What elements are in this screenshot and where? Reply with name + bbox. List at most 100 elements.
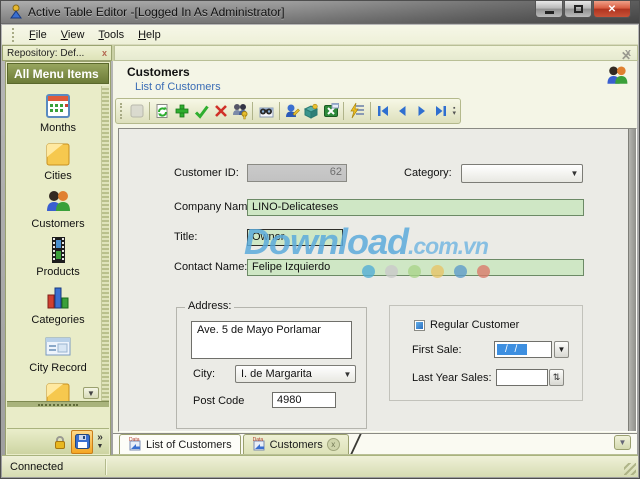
customer-form-panel: Customer ID: 62 Category: ▼ Company Name… <box>118 128 637 432</box>
last-year-sales-field[interactable] <box>496 369 548 386</box>
address-textarea[interactable]: Ave. 5 de Mayo Porlamar <box>191 321 352 359</box>
edit-user-button[interactable] <box>283 101 302 122</box>
sidebar-item-categories[interactable]: Categories <box>7 278 109 326</box>
regular-customer-checkbox[interactable] <box>414 320 425 331</box>
title-bar: Active Table Editor -[Logged In As Admin… <box>1 1 639 24</box>
nav-next-icon <box>414 103 430 119</box>
accept-record-button[interactable] <box>192 101 211 122</box>
window-title: Active Table Editor -[Logged In As Admin… <box>28 5 285 19</box>
sidebar-item-products[interactable]: Products <box>7 230 109 278</box>
tab-list-of-customers[interactable]: Data List of Customers <box>119 434 241 454</box>
add-record-button[interactable] <box>172 101 191 122</box>
contact-name-field[interactable]: Felipe Izquierdo <box>247 259 584 276</box>
tab-close-icon[interactable]: x <box>327 438 340 451</box>
sidebar-item-label: Products <box>36 266 79 278</box>
address-legend: Address: <box>185 300 234 312</box>
menu-file[interactable]: File <box>22 27 54 43</box>
first-sale-dropdown-button[interactable]: ▼ <box>554 341 569 358</box>
delete-record-icon <box>213 103 229 119</box>
address-groupbox: Address: Ave. 5 de Mayo Porlamar City: I… <box>176 307 367 429</box>
delete-record-button[interactable] <box>211 101 230 122</box>
chevrons-button[interactable]: » <box>97 433 103 442</box>
copy-records-button[interactable] <box>230 101 249 122</box>
last-year-sales-spinner[interactable]: ⇅ <box>549 369 564 386</box>
sidebar-scroll-down-button[interactable]: ▼ <box>83 387 99 399</box>
company-name-field[interactable]: LINO-Delicateses <box>247 199 584 216</box>
repository-tab[interactable]: Repository: Def... x <box>2 45 112 61</box>
menu-view[interactable]: View <box>54 27 92 43</box>
nav-last-button[interactable] <box>431 101 450 122</box>
app-icon <box>8 4 24 20</box>
sidebar-menu-list: Months Cities Customers <box>7 86 109 401</box>
tab-edge-decoration <box>350 434 369 454</box>
content-header: ✕ Customers List of Customers <box>113 61 637 97</box>
status-text: Connected <box>2 461 63 473</box>
sidebar-bottom-toolbar: » ▼ <box>7 428 109 454</box>
minimize-button[interactable] <box>535 1 563 18</box>
quick-list-icon <box>348 102 366 120</box>
sidebar-item-cities[interactable]: Cities <box>7 134 109 182</box>
last-year-sales-label: Last Year Sales: <box>412 372 492 384</box>
export-excel-icon <box>322 102 340 120</box>
nav-next-button[interactable] <box>412 101 431 122</box>
company-name-label: Company Name: <box>174 201 257 213</box>
record-toolbar: ▪▾ <box>115 98 635 126</box>
tabbar-chevron-button[interactable]: ▼ <box>614 435 631 450</box>
resize-grip[interactable] <box>624 463 636 475</box>
nav-prev-button[interactable] <box>393 101 412 122</box>
city-dropdown[interactable]: I. de Margarita ▼ <box>235 365 356 383</box>
app-window: Active Table Editor -[Logged In As Admin… <box>0 0 640 479</box>
sidebar-options-caret[interactable]: ▼ <box>97 442 104 451</box>
close-button[interactable]: ✕ <box>593 1 631 18</box>
menu-grip <box>12 28 15 42</box>
first-sale-field[interactable]: / / <box>494 341 552 358</box>
calendar-icon <box>43 91 73 121</box>
watermark-suffix: .com.vn <box>408 233 488 259</box>
sidebar-item-customers[interactable]: Customers <box>7 182 109 230</box>
regular-customer-label: Regular Customer <box>430 319 519 331</box>
sidebar-item-label: Months <box>40 122 76 134</box>
film-icon <box>43 235 73 265</box>
refresh-record-button[interactable] <box>153 101 172 122</box>
export-excel-button[interactable] <box>321 101 340 122</box>
people-icon <box>43 187 73 217</box>
post-code-field[interactable]: 4980 <box>272 392 336 408</box>
sidebar-scrollbar[interactable] <box>101 86 109 401</box>
toolbar-grip <box>120 103 123 119</box>
save-button[interactable] <box>71 430 93 454</box>
add-record-icon <box>174 103 190 119</box>
menu-help[interactable]: Help <box>131 27 168 43</box>
category-dropdown[interactable]: ▼ <box>461 164 583 183</box>
repository-close-icon[interactable]: x <box>102 48 107 58</box>
chevron-down-icon: ▼ <box>340 370 355 379</box>
find-icon <box>257 102 275 120</box>
title-field[interactable]: Owner <box>247 229 343 246</box>
tab-label: Customers <box>270 439 323 451</box>
content-close-icon[interactable]: ✕ <box>621 49 631 63</box>
first-sale-label: First Sale: <box>412 344 462 356</box>
menu-tools[interactable]: Tools <box>91 27 131 43</box>
sidebar-item-months[interactable]: Months <box>7 86 109 134</box>
form-scrollbar[interactable] <box>628 129 636 431</box>
edit-user-icon <box>283 102 301 120</box>
form-icon <box>43 331 73 361</box>
document-strip: x <box>114 45 638 61</box>
accept-record-icon <box>193 103 210 120</box>
breadcrumb-link[interactable]: List of Customers <box>135 81 221 93</box>
package-button[interactable] <box>302 101 321 122</box>
maximize-button[interactable] <box>564 1 592 18</box>
quick-list-button[interactable] <box>347 101 366 122</box>
sidebar-splitter[interactable] <box>7 401 109 407</box>
toolbar-overflow-button[interactable]: ▪▾ <box>453 106 457 116</box>
find-button[interactable] <box>256 101 275 122</box>
nav-first-button[interactable] <box>373 101 392 122</box>
sidebar-item-label: Cities <box>44 170 72 182</box>
repository-row: Repository: Def... x x <box>2 45 638 61</box>
save-disk-icon <box>74 433 91 450</box>
refresh-record-icon <box>154 103 171 120</box>
tab-customers[interactable]: Data Customers x <box>243 434 349 454</box>
lock-button[interactable] <box>49 430 71 454</box>
window-disabled-button <box>127 101 146 122</box>
bar-chart-icon <box>43 283 73 313</box>
sidebar-item-city-record[interactable]: City Record <box>7 326 109 374</box>
